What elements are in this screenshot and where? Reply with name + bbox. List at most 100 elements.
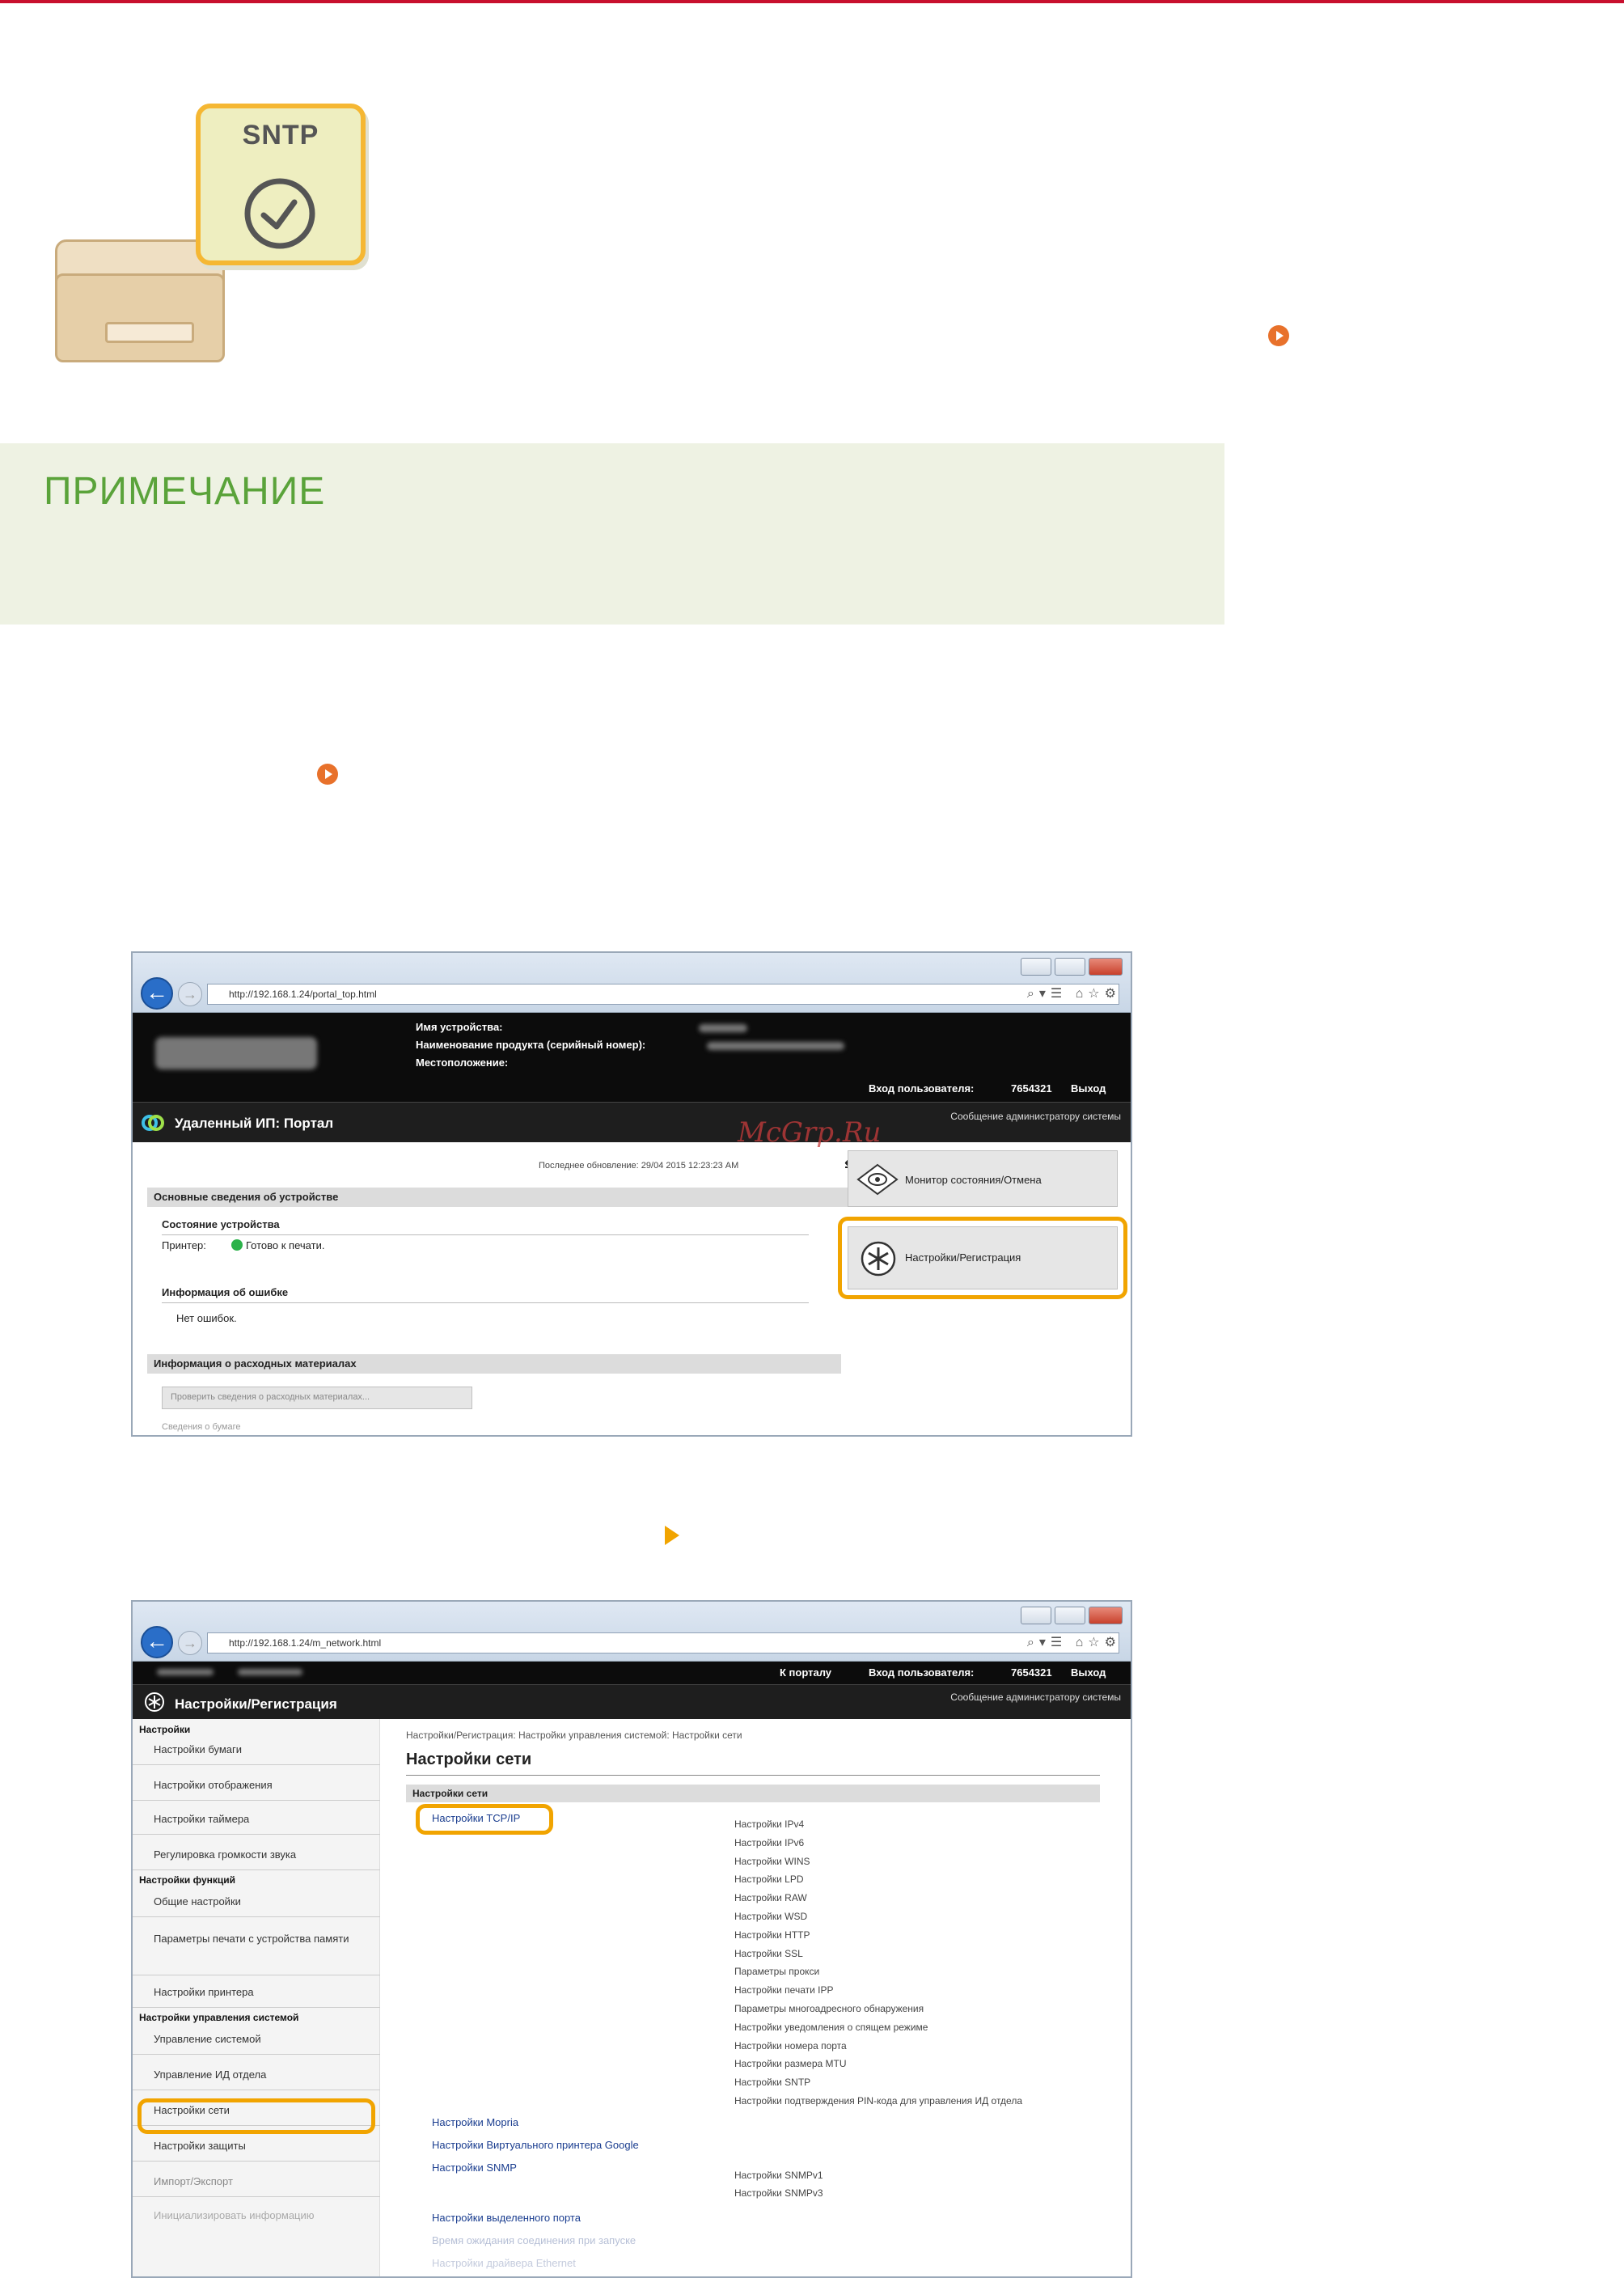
tcpip-sub-item: Настройки размера MTU (734, 2058, 847, 2070)
maximize-button[interactable] (1055, 958, 1085, 976)
divider (162, 1234, 809, 1235)
sidebar-item-timer[interactable]: Настройки таймера (154, 1813, 249, 1825)
sidebar-item-security[interactable]: Настройки защиты (154, 2140, 246, 2152)
clock-icon (244, 178, 315, 249)
browser-tools-icon[interactable]: ⌕▾☰ ⌂☆⚙ (1027, 1632, 1121, 1653)
sidebar-item-display[interactable]: Настройки отображения (154, 1779, 273, 1791)
device-name-label: Имя устройства: (416, 1021, 503, 1033)
browser-tools-icon[interactable]: ⌕▾☰ ⌂☆⚙ (1027, 984, 1121, 1005)
back-button[interactable]: ← (141, 1626, 173, 1658)
logout-link[interactable]: Выход (1071, 1082, 1106, 1095)
printer-slot (105, 322, 194, 343)
login-label: Вход пользователя: (869, 1666, 975, 1679)
sidebar-divider (133, 1800, 380, 1801)
screenshot-portal: ← → http://192.168.1.24/portal_top.html … (131, 951, 1132, 1437)
sidebar-group-system: Настройки управления системой (139, 2012, 299, 2023)
product-label: Наименование продукта (серийный номер): (416, 1039, 646, 1051)
sidebar-item-initialize[interactable]: Инициализировать информацию (154, 2209, 315, 2221)
note-box: ПРИМЕЧАНИЕ (0, 443, 1224, 625)
tcpip-sub-item: Настройки WINS (734, 1855, 810, 1867)
monitor-eye-icon (856, 1163, 899, 1196)
sidebar-divider (133, 1869, 380, 1870)
address-bar[interactable]: http://192.168.1.24/portal_top.html (207, 984, 1119, 1005)
sidebar-item-printer[interactable]: Настройки принтера (154, 1986, 254, 1998)
network-section-header: Настройки сети (406, 1785, 1100, 1802)
status-monitor-label: Монитор состояния/Отмена (905, 1174, 1042, 1186)
page-title: Настройки сети (406, 1751, 532, 1768)
sntp-illustration: SNTP (50, 104, 374, 362)
no-errors: Нет ошибок. (176, 1312, 237, 1324)
step-arrow-icon (665, 1526, 679, 1545)
check-consumables-button[interactable]: Проверить сведения о расходных материала… (162, 1387, 472, 1409)
sidebar-item-memory-print[interactable]: Параметры печати с устройства памяти (154, 1929, 364, 1948)
product-value-blurred (707, 1042, 844, 1050)
close-button[interactable] (1089, 1607, 1123, 1624)
forward-button[interactable]: → (178, 982, 202, 1006)
error-info-label: Информация об ошибке (162, 1286, 289, 1298)
sidebar-item-dept-id[interactable]: Управление ИД отдела (154, 2068, 266, 2081)
admin-message-link[interactable]: Сообщение администратору системы (950, 1692, 1121, 1703)
basic-info-header: Основные сведения об устройстве (147, 1188, 880, 1207)
admin-message-link[interactable]: Сообщение администратору системы (950, 1111, 1121, 1122)
sidebar-divider (133, 1916, 380, 1917)
tcpip-sub-item: Настройки HTTP (734, 1929, 810, 1941)
window-buttons (1021, 958, 1123, 976)
sidebar-item-import-export[interactable]: Импорт/Экспорт (154, 2175, 233, 2187)
tcpip-sub-item: Настройки IPv4 (734, 1819, 805, 1830)
snmp-sub-v1: Настройки SNMPv1 (734, 2170, 823, 2181)
printer-status-text: Готово к печати. (246, 1239, 325, 1251)
portal-icon (142, 1115, 164, 1131)
status-ok-icon (231, 1239, 243, 1251)
device-status-label: Состояние устройства (162, 1218, 280, 1230)
snmp-settings-link[interactable]: Настройки SNMP (432, 2162, 517, 2174)
mopria-settings-link[interactable]: Настройки Mopria (432, 2116, 518, 2128)
tcpip-sub-item: Настройки печати IPP (734, 1984, 834, 1996)
minimize-button[interactable] (1021, 1607, 1051, 1624)
maximize-button[interactable] (1055, 1607, 1085, 1624)
tcpip-sub-item: Настройки SNTP (734, 2077, 811, 2089)
tcpip-sub-item: Настройки SSL (734, 1947, 803, 1959)
snmp-sub-v3: Настройки SNMPv3 (734, 2187, 823, 2199)
tcpip-sub-item: Настройки IPv6 (734, 1836, 805, 1848)
minimize-button[interactable] (1021, 958, 1051, 976)
address-bar[interactable]: http://192.168.1.24/m_network.html (207, 1632, 1119, 1653)
sidebar: Настройки Настройки бумаги Настройки ото… (133, 1719, 380, 2276)
close-button[interactable] (1089, 958, 1123, 976)
sidebar-divider (133, 1834, 380, 1835)
top-rule (0, 0, 1624, 3)
ethernet-driver-link[interactable]: Настройки драйвера Ethernet (432, 2257, 576, 2269)
printer-label: Принтер: (162, 1239, 206, 1251)
tcpip-sub-item: Настройки подтверждения PIN-кода для упр… (734, 2095, 1023, 2107)
title-divider (406, 1775, 1100, 1776)
google-cloud-print-link[interactable]: Настройки Виртуального принтера Google (432, 2139, 639, 2151)
sidebar-group-settings: Настройки (139, 1724, 191, 1735)
screenshot-network-settings: ← → http://192.168.1.24/m_network.html ⌕… (131, 1600, 1132, 2278)
sidebar-item-common[interactable]: Общие настройки (154, 1895, 241, 1908)
tcpip-sub-item: Настройки уведомления о спящем режиме (734, 2021, 928, 2033)
sidebar-divider (133, 2196, 380, 2197)
page: { "hero": { "icon_label": "SNTP" }, "not… (0, 0, 1624, 2278)
location-label: Местоположение: (416, 1056, 509, 1069)
to-portal-link[interactable]: К порталу (780, 1666, 831, 1679)
device-name-value-blurred (699, 1024, 747, 1032)
tcpip-sub-item: Настройки WSD (734, 1911, 808, 1922)
app-title: Настройки/Регистрация (175, 1696, 337, 1712)
sidebar-item-paper[interactable]: Настройки бумаги (154, 1743, 242, 1755)
forward-button[interactable]: → (178, 1631, 202, 1655)
sidebar-divider (133, 2161, 380, 2162)
dedicated-port-link[interactable]: Настройки выделенного порта (432, 2212, 581, 2224)
login-label: Вход пользователя: (869, 1082, 975, 1095)
breadcrumb: Настройки/Регистрация: Настройки управле… (406, 1730, 742, 1741)
back-button[interactable]: ← (141, 977, 173, 1010)
logout-link[interactable]: Выход (1071, 1666, 1106, 1679)
window-buttons (1021, 1607, 1123, 1624)
status-monitor-button[interactable]: Монитор состояния/Отмена (848, 1150, 1118, 1207)
link-arrow-icon[interactable] (317, 764, 338, 785)
sidebar-item-system-mgmt[interactable]: Управление системой (154, 2033, 261, 2045)
wait-time-link[interactable]: Время ожидания соединения при запуске (432, 2234, 636, 2246)
link-arrow-icon[interactable] (1268, 325, 1289, 346)
portal-title-bar: Удаленный ИП: Портал Сообщение администр… (133, 1102, 1131, 1142)
device-name-blurred (157, 1669, 214, 1675)
user-id: 7654321 (1011, 1082, 1052, 1095)
sidebar-item-volume[interactable]: Регулировка громкости звука (154, 1848, 296, 1861)
